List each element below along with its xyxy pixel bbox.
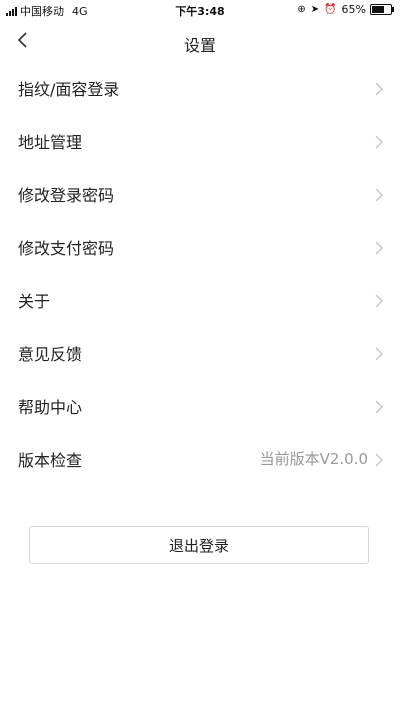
menu-item-feedback[interactable]: 意见反馈	[0, 327, 400, 380]
menu-item-version-check[interactable]: 版本检查 当前版本V2.0.0	[0, 433, 400, 486]
chevron-right-icon	[375, 241, 384, 255]
menu-item-label: 地址管理	[18, 133, 83, 152]
menu-item-label: 修改支付密码	[18, 239, 115, 258]
orientation-lock-icon: ⊕	[297, 4, 306, 15]
menu-item-change-login-password[interactable]: 修改登录密码	[0, 168, 400, 221]
menu-item-change-payment-password[interactable]: 修改支付密码	[0, 221, 400, 274]
menu-item-label: 修改登录密码	[18, 186, 115, 205]
alarm-icon: ⏰	[324, 4, 337, 15]
menu-item-help-center[interactable]: 帮助中心	[0, 380, 400, 433]
menu-item-label: 指纹/面容登录	[18, 80, 120, 99]
status-bar: 中国移动 4G 下午3:48 ⊕ ➤ ⏰ 65%	[0, 0, 400, 20]
menu-item-label: 关于	[18, 292, 51, 311]
settings-menu: 指纹/面容登录 地址管理 修改登录密码 修改支付密码 关于 意见反馈 帮助中心 …	[0, 62, 400, 486]
nav-bar: 设置	[0, 20, 400, 64]
battery-icon	[370, 4, 394, 15]
menu-item-label: 版本检查	[18, 451, 83, 470]
status-right: ⊕ ➤ ⏰ 65%	[297, 3, 394, 16]
page-title: 设置	[183, 36, 216, 55]
chevron-right-icon	[375, 294, 384, 308]
chevron-right-icon	[375, 188, 384, 202]
battery-percent: 65%	[341, 3, 366, 16]
menu-item-label: 帮助中心	[18, 398, 83, 417]
menu-item-address-management[interactable]: 地址管理	[0, 115, 400, 168]
location-icon: ➤	[310, 4, 320, 15]
menu-item-fingerprint-login[interactable]: 指纹/面容登录	[0, 62, 400, 115]
chevron-right-icon	[375, 453, 384, 467]
menu-item-label: 意见反馈	[18, 345, 83, 364]
logout-button[interactable]: 退出登录	[29, 526, 369, 564]
chevron-right-icon	[375, 135, 384, 149]
chevron-right-icon	[375, 82, 384, 96]
menu-item-about[interactable]: 关于	[0, 274, 400, 327]
chevron-right-icon	[375, 400, 384, 414]
current-version: 当前版本V2.0.0	[259, 450, 368, 468]
chevron-right-icon	[375, 347, 384, 361]
